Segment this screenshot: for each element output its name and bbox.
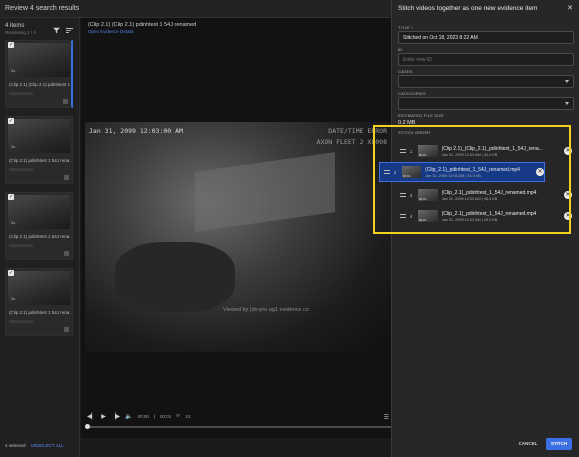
scene-shape: [115, 242, 235, 312]
seek-bar[interactable]: [85, 424, 391, 429]
card-meta-placeholder: [9, 92, 33, 95]
cases-label: CASES: [398, 69, 413, 74]
settings-icon[interactable]: ☰: [384, 414, 389, 421]
chevron-down-icon: [565, 102, 569, 105]
scene-shape: [195, 152, 335, 232]
results-header: 4 items Reviewing 1 / 4: [5, 23, 75, 35]
playback-controls: ◀▏ ▶ ▕▶ 🔈 00:00 | 00:01 ⟳ 1X: [85, 410, 391, 422]
seek-handle[interactable]: [85, 424, 90, 429]
select-checkbox[interactable]: ✓: [8, 42, 14, 48]
trash-icon[interactable]: [64, 327, 69, 332]
video-thumbnail: [8, 195, 70, 229]
clip-duration: 2s: [11, 220, 16, 225]
result-card[interactable]: ✓ 2s (Clip 2.1) pdinhtest 1 54J rena...: [5, 192, 73, 260]
selected-count: 4 selected: [5, 443, 26, 448]
card-title: (Clip 2.1) (Clip 2.1) pdinhtest 1 54J re…: [9, 82, 71, 87]
sort-icon[interactable]: [66, 27, 73, 34]
cases-select[interactable]: [398, 75, 574, 88]
title-label: TITLE *: [398, 25, 413, 30]
stitch-item-meta: Jan 31, 2099 12:03 AM | 45.3 KB: [425, 173, 481, 178]
drag-handle-icon[interactable]: [384, 170, 390, 174]
video-thumbnail: [8, 119, 70, 153]
video-thumbnail: [8, 43, 70, 77]
play-icon[interactable]: ▶: [101, 413, 106, 420]
total-time: 00:01: [160, 413, 172, 419]
card-meta-placeholder: [9, 244, 33, 247]
card-title: (Clip 2.1) pdinhtest 1 54J rena...: [9, 158, 71, 163]
file-size-label: ESTIMATED FILE SIZE: [398, 113, 444, 118]
selection-footer: 4 selected UNSELECT ALL: [0, 439, 80, 457]
stitch-item-name: (Clip_2.1)_pdinhtest_1_54J_renamed.mp4: [425, 166, 520, 173]
viewer-watermark: Viewed by (sb-pro ag1 evidence co: [223, 307, 309, 313]
unselect-all-link[interactable]: UNSELECT ALL: [31, 443, 64, 448]
card-meta-placeholder: [9, 168, 33, 171]
id-input[interactable]: [398, 53, 574, 66]
page-title: Review 4 search results: [5, 5, 80, 12]
time-separator: |: [153, 413, 156, 419]
playback-speed[interactable]: 1X: [185, 414, 191, 419]
result-card[interactable]: ✓ 2s (Clip 2.1) (Clip 2.1) pdinhtest 1 5…: [5, 40, 73, 108]
title-input[interactable]: [398, 31, 574, 44]
select-checkbox[interactable]: ✓: [8, 194, 14, 200]
stitch-button[interactable]: STITCH: [546, 438, 572, 450]
card-meta-placeholder: [9, 320, 33, 323]
video-frame[interactable]: Jan 31, 2099 12:03:00 AM DATE/TIME ERROR…: [85, 122, 391, 352]
speed-icon[interactable]: ⟳: [176, 413, 180, 419]
step-back-icon[interactable]: ◀▏: [87, 413, 96, 420]
volume-icon[interactable]: 🔈: [125, 413, 132, 420]
trash-icon[interactable]: [64, 175, 69, 180]
card-title: (Clip 2.1) pdinhtest 1 54J rena...: [9, 234, 71, 239]
clip-duration: 2s: [11, 144, 16, 149]
video-title: (Clip 2.1) (Clip 2.1) pdinhtest 1 54J re…: [88, 22, 197, 28]
select-checkbox[interactable]: ✓: [8, 270, 14, 276]
card-title: (Clip 2.1) pdinhtest 1 54J rena...: [9, 310, 71, 315]
video-thumbnail: [8, 271, 70, 305]
cancel-button[interactable]: CANCEL: [514, 438, 542, 450]
result-card[interactable]: ✓ 2s (Clip 2.1) pdinhtest 1 54J rena...: [5, 116, 73, 184]
evidence-details-link[interactable]: Open Evidence Details: [88, 29, 134, 34]
stitch-order-number: 2: [393, 169, 397, 175]
video-player: (Clip 2.1) (Clip 2.1) pdinhtest 1 54J re…: [81, 18, 391, 438]
categories-label: CATEGORIES: [398, 91, 426, 96]
clip-duration: 2s: [11, 296, 16, 301]
current-time: 00:00: [137, 413, 149, 419]
trash-icon[interactable]: [63, 99, 68, 104]
chevron-down-icon: [565, 80, 569, 83]
trash-icon[interactable]: [64, 251, 69, 256]
filter-icon[interactable]: [53, 27, 60, 34]
video-thumbnail: 00:01: [401, 166, 422, 178]
step-forward-icon[interactable]: ▕▶: [111, 413, 120, 420]
dialog-title: Stitch videos together as one new eviden…: [398, 5, 538, 12]
overlay-timestamp: Jan 31, 2099 12:03:00 AM: [89, 127, 183, 135]
result-card[interactable]: ✓ 2s (Clip 2.1) pdinhtest 1 54J rena...: [5, 268, 73, 336]
results-panel: 4 items Reviewing 1 / 4 ✓ 2s (Clip 2.1) …: [0, 18, 80, 457]
remove-icon[interactable]: ✕: [536, 168, 544, 176]
stitch-item-dragging[interactable]: 2 00:01 (Clip_2.1)_pdinhtest_1_54J_renam…: [379, 162, 545, 182]
select-checkbox[interactable]: ✓: [8, 118, 14, 124]
clip-duration: 2s: [11, 68, 16, 73]
page-header: Review 4 search results: [0, 0, 391, 18]
close-icon[interactable]: ✕: [567, 4, 573, 12]
categories-select[interactable]: [398, 97, 574, 110]
id-label: ID: [398, 47, 403, 52]
